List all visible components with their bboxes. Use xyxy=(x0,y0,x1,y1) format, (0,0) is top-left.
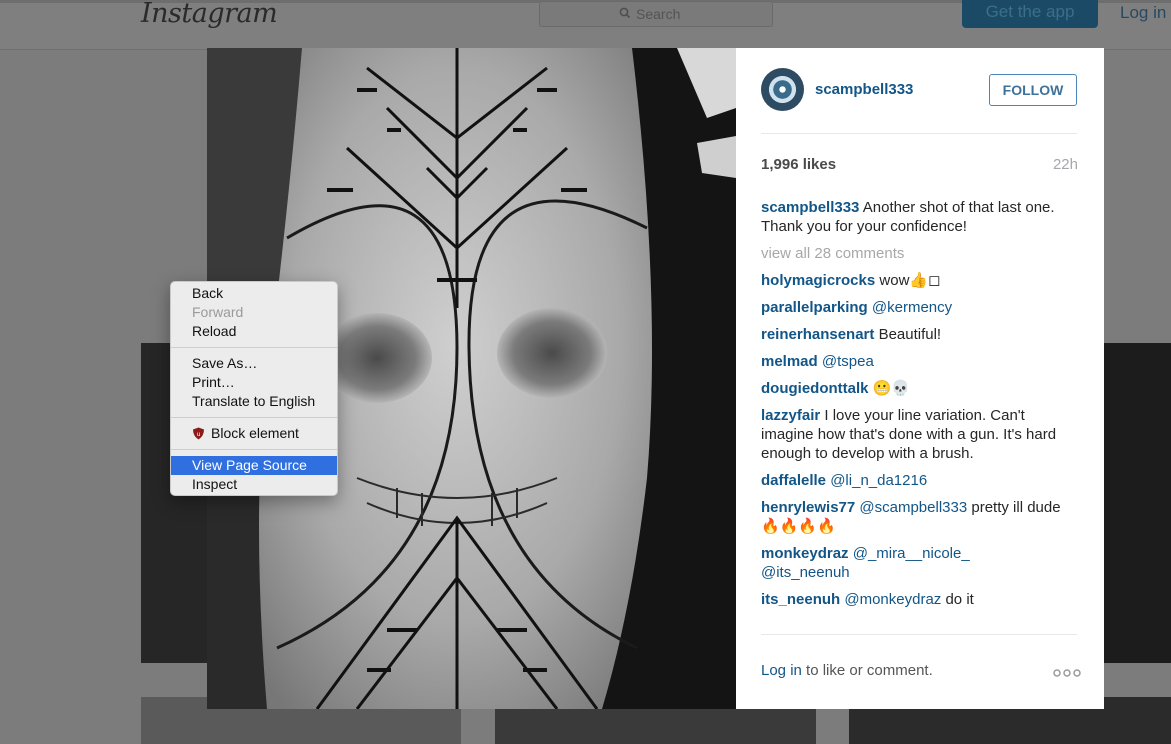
caption-text-2: Thank you for your confidence! xyxy=(761,218,967,235)
post-author[interactable]: scampbell333 xyxy=(815,81,913,98)
login-prompt: Log in to like or comment. xyxy=(761,662,933,679)
comment-author[interactable]: melmad xyxy=(761,353,818,370)
comment-mention[interactable]: @monkeydraz xyxy=(844,591,941,608)
list-item: lazzyfair I love your line variation. Ca… xyxy=(761,406,1061,463)
follow-button[interactable]: FOLLOW xyxy=(989,74,1077,106)
login-link[interactable]: Log in xyxy=(761,662,802,679)
login-link-top[interactable]: Log in xyxy=(1120,3,1166,23)
menu-separator xyxy=(171,417,337,418)
menu-item-reload[interactable]: Reload xyxy=(171,322,337,341)
comments-list: scampbell333 Another shot of that last o… xyxy=(761,198,1061,617)
menu-item-save-as[interactable]: Save As… xyxy=(171,354,337,373)
list-item: dougiedonttalk 😬💀 xyxy=(761,379,1061,398)
divider xyxy=(761,634,1077,635)
top-nav-bar: Instagram Search Get the app Log in xyxy=(0,0,1171,50)
list-item: its_neenuh @monkeydraz do it xyxy=(761,590,1061,609)
comment-author[interactable]: henrylewis77 xyxy=(761,499,855,516)
search-icon xyxy=(619,7,631,19)
menu-item-print[interactable]: Print… xyxy=(171,373,337,392)
list-item: henrylewis77 @scampbell333 pretty ill du… xyxy=(761,498,1061,536)
divider xyxy=(761,133,1077,134)
more-options-icon[interactable] xyxy=(1053,669,1081,677)
avatar[interactable] xyxy=(761,68,804,111)
comment-mention[interactable]: @li_n_da1216 xyxy=(830,472,927,489)
menu-item-forward: Forward xyxy=(192,304,244,320)
get-app-button[interactable]: Get the app xyxy=(962,0,1098,28)
grid-photo-tile[interactable] xyxy=(1104,343,1171,663)
search-placeholder: Search xyxy=(636,6,681,22)
comment-mention[interactable]: @tspea xyxy=(822,353,874,370)
comment-author[interactable]: its_neenuh xyxy=(761,591,840,608)
caption-author[interactable]: scampbell333 xyxy=(761,199,859,216)
list-item: holymagicrocks wow👍◻ xyxy=(761,271,1061,290)
list-item: daffalelle @li_n_da1216 xyxy=(761,471,1061,490)
menu-item-back[interactable]: Back xyxy=(171,284,337,303)
comment-mention[interactable]: @scampbell333 xyxy=(859,499,967,516)
comment-text: Beautiful! xyxy=(878,326,942,343)
login-suffix: to like or comment. xyxy=(801,662,933,679)
comment-author[interactable]: parallelparking xyxy=(761,299,868,316)
post-modal: scampbell333 FOLLOW 1,996 likes 22h scam… xyxy=(207,48,1104,709)
menu-item-inspect[interactable]: Inspect xyxy=(171,475,337,494)
menu-separator xyxy=(171,347,337,348)
list-item: parallelparking @kermency xyxy=(761,298,1061,317)
context-menu: Back Forward Reload Save As… Print… Tran… xyxy=(170,281,338,496)
menu-item-view-page-source[interactable]: View Page Source xyxy=(171,456,337,475)
comment-text: wow👍◻ xyxy=(879,272,941,289)
comment-author[interactable]: daffalelle xyxy=(761,472,826,489)
menu-item-label: Block element xyxy=(211,425,299,441)
comment-author[interactable]: holymagicrocks xyxy=(761,272,875,289)
comment-author[interactable]: lazzyfair xyxy=(761,407,820,424)
list-item: monkeydraz @_mira__nicole_ @its_neenuh xyxy=(761,544,1061,582)
instagram-logo[interactable]: Instagram xyxy=(141,0,278,29)
list-item: reinerhansenart Beautiful! xyxy=(761,325,1061,344)
list-item: melmad @tspea xyxy=(761,352,1061,371)
caption-text-1: Another shot of that last one. xyxy=(862,199,1055,216)
comment-author[interactable]: dougiedonttalk xyxy=(761,380,869,397)
menu-separator xyxy=(171,449,337,450)
comment-text: do it xyxy=(945,591,974,608)
caption: scampbell333 Another shot of that last o… xyxy=(761,198,1061,236)
comment-text: 😬💀 xyxy=(872,380,911,397)
menu-item-translate[interactable]: Translate to English xyxy=(171,392,337,411)
view-all-comments-link[interactable]: view all 28 comments xyxy=(761,244,1061,263)
comment-mention[interactable]: @kermency xyxy=(872,299,952,316)
menu-item-block-element[interactable]: u Block element xyxy=(171,424,337,443)
post-age[interactable]: 22h xyxy=(1053,156,1078,173)
ublock-icon: u xyxy=(193,427,204,440)
comment-author[interactable]: monkeydraz xyxy=(761,545,849,562)
comment-author[interactable]: reinerhansenart xyxy=(761,326,874,343)
svg-text:u: u xyxy=(197,431,201,438)
post-sidebar: scampbell333 FOLLOW 1,996 likes 22h scam… xyxy=(736,48,1104,709)
likes-count[interactable]: 1,996 likes xyxy=(761,156,836,173)
grid-photo-tile[interactable] xyxy=(495,709,816,744)
